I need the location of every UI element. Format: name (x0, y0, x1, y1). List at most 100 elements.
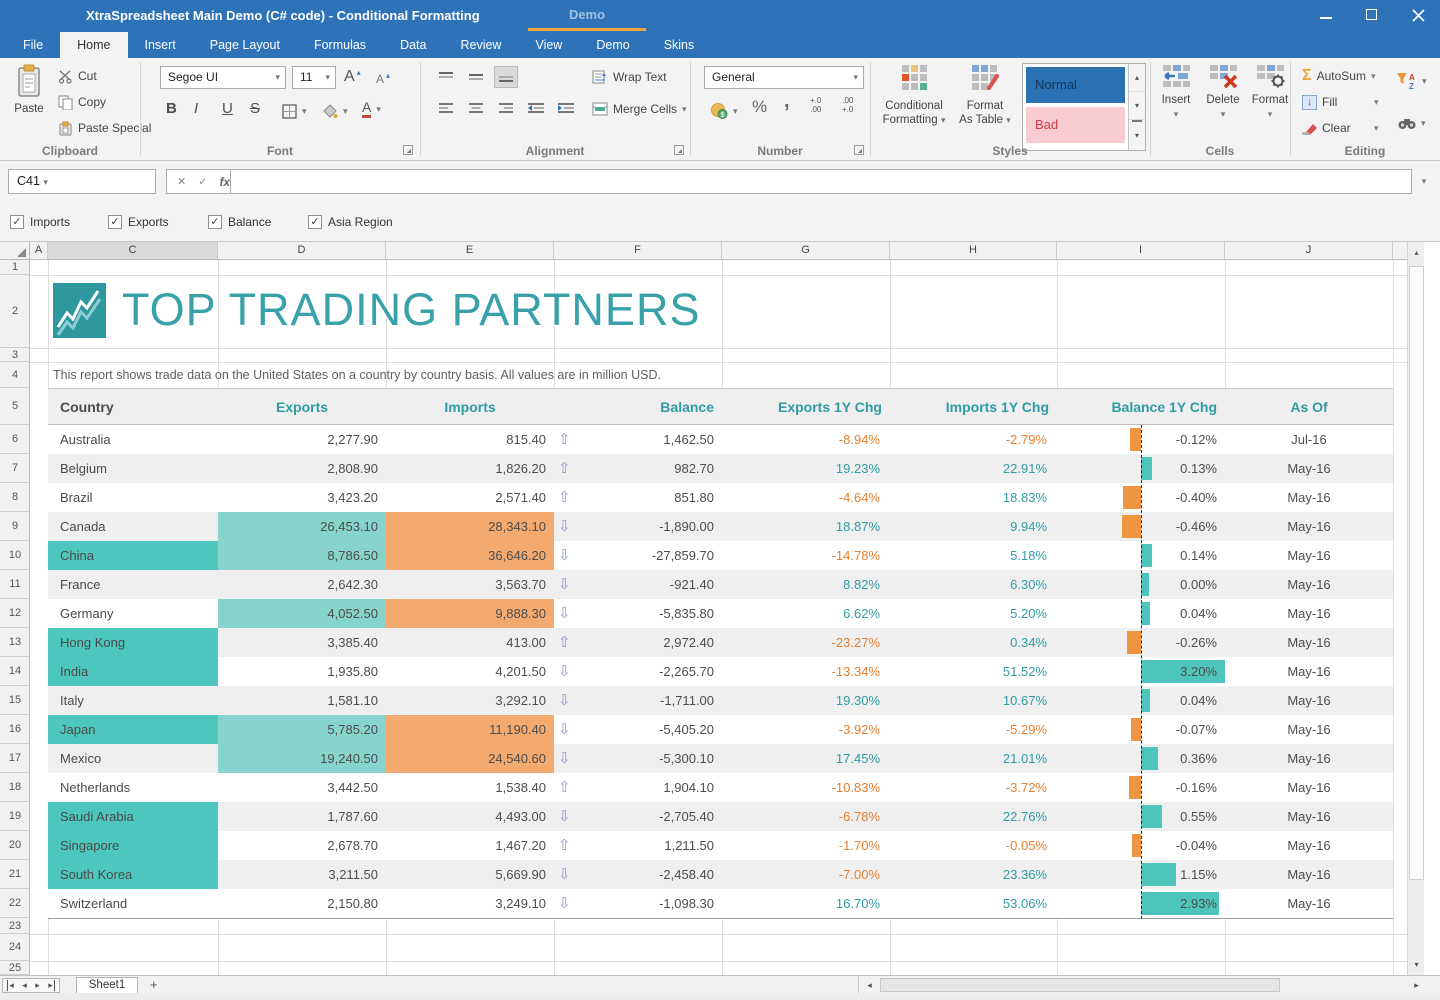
cell-as-of[interactable]: May-16 (1225, 744, 1393, 773)
filter-balance[interactable]: ✓Balance (208, 215, 271, 229)
cell-exports-1y-chg[interactable]: 19.23% (722, 454, 890, 483)
cell-balance[interactable]: -2,265.70⇩ (554, 657, 722, 686)
cell-exports[interactable]: 5,785.20 (218, 715, 386, 744)
select-all-corner[interactable] (0, 242, 30, 259)
cell-as-of[interactable]: May-16 (1225, 541, 1393, 570)
cell-exports[interactable]: 2,808.90 (218, 454, 386, 483)
cell-exports-1y-chg[interactable]: -10.83% (722, 773, 890, 802)
cell-imports[interactable]: 1,467.20 (386, 831, 554, 860)
insert-cells-button[interactable]: Insert ▾ (1154, 64, 1198, 121)
style-item-normal[interactable]: Normal (1026, 67, 1125, 103)
cell-exports-1y-chg[interactable]: -3.92% (722, 715, 890, 744)
cell-exports[interactable]: 26,453.10 (218, 512, 386, 541)
close-button[interactable] (1402, 0, 1436, 30)
column-header-J[interactable]: J (1225, 242, 1393, 259)
row-header-1[interactable]: 1 (0, 260, 30, 275)
cell-imports-1y-chg[interactable]: -5.29% (890, 715, 1057, 744)
italic-button[interactable]: I (194, 98, 216, 120)
row-header-14[interactable]: 14 (0, 657, 30, 686)
cell-exports[interactable]: 19,240.50 (218, 744, 386, 773)
row-header-24[interactable]: 24 (0, 934, 30, 961)
cell-exports[interactable]: 2,277.90 (218, 425, 386, 454)
font-dialog-launcher[interactable] (403, 145, 413, 155)
hscroll-right-button[interactable]: ▸ (1409, 979, 1424, 992)
maximize-button[interactable] (1356, 0, 1390, 30)
delete-cells-button[interactable]: Delete ▾ (1200, 64, 1246, 121)
filter-exports[interactable]: ✓Exports (108, 215, 169, 229)
ribbon-tab-insert[interactable]: Insert (128, 32, 193, 58)
cell-exports[interactable]: 3,211.50 (218, 860, 386, 889)
ribbon-tab-data[interactable]: Data (383, 32, 443, 58)
merge-cells-button[interactable]: Merge Cells ▾ (592, 98, 687, 120)
cell-exports[interactable]: 1,787.60 (218, 802, 386, 831)
clear-button[interactable]: Clear ▾ (1300, 117, 1351, 139)
filter-asia-region[interactable]: ✓Asia Region (308, 215, 393, 229)
cell-country[interactable]: Mexico (48, 744, 218, 773)
cell-as-of[interactable]: May-16 (1225, 512, 1393, 541)
paste-button[interactable]: Paste (6, 62, 52, 140)
cell-imports[interactable]: 2,571.40 (386, 483, 554, 512)
cell-exports[interactable]: 4,052.50 (218, 599, 386, 628)
conditional-formatting-button[interactable]: Conditional Formatting ▾ (878, 64, 950, 127)
cell-imports-1y-chg[interactable]: 6.30% (890, 570, 1057, 599)
gallery-down-button[interactable]: ▾ (1129, 92, 1145, 120)
cell-imports-1y-chg[interactable]: -3.72% (890, 773, 1057, 802)
cell-imports[interactable]: 9,888.30 (386, 599, 554, 628)
sheet-grid[interactable]: TOP TRADING PARTNERS This report shows t… (30, 260, 1407, 975)
increase-indent-button[interactable] (554, 98, 578, 120)
increase-font-button[interactable]: A▴ (344, 66, 361, 88)
borders-button[interactable]: ▾ (282, 100, 307, 122)
style-item-bad[interactable]: Bad (1026, 107, 1125, 143)
column-header-D[interactable]: D (218, 242, 386, 259)
percent-style-button[interactable]: % (752, 96, 767, 118)
format-as-table-button[interactable]: Format As Table ▾ (952, 64, 1018, 127)
cell-exports[interactable]: 2,642.30 (218, 570, 386, 599)
row-header-8[interactable]: 8 (0, 483, 30, 512)
row-header-25[interactable]: 25 (0, 961, 30, 975)
row-header-5[interactable]: 5 (0, 388, 30, 425)
cell-balance[interactable]: -921.40⇩ (554, 570, 722, 599)
cell-exports[interactable]: 2,678.70 (218, 831, 386, 860)
column-header-C[interactable]: C (48, 242, 218, 259)
cell-imports-1y-chg[interactable]: 53.06% (890, 889, 1057, 918)
formula-bar-expand-button[interactable]: ▾ (1416, 169, 1432, 194)
column-header-A[interactable]: A (30, 242, 48, 259)
cell-as-of[interactable]: May-16 (1225, 628, 1393, 657)
cell-exports-1y-chg[interactable]: -8.94% (722, 425, 890, 454)
cell-country[interactable]: Brazil (48, 483, 218, 512)
font-size-combo[interactable]: 11 ▾ (292, 66, 336, 89)
cell-imports-1y-chg[interactable]: 23.36% (890, 860, 1057, 889)
column-header-E[interactable]: E (386, 242, 554, 259)
cell-as-of[interactable]: May-16 (1225, 831, 1393, 860)
cell-as-of[interactable]: May-16 (1225, 715, 1393, 744)
cell-balance[interactable]: 982.70⇧ (554, 454, 722, 483)
ribbon-tab-home[interactable]: Home (60, 32, 127, 58)
bold-button[interactable]: B (166, 98, 188, 120)
cell-as-of[interactable]: May-16 (1225, 599, 1393, 628)
cell-exports[interactable]: 3,423.20 (218, 483, 386, 512)
cell-imports-1y-chg[interactable]: -0.05% (890, 831, 1057, 860)
cell-country[interactable]: India (48, 657, 218, 686)
paste-special-button[interactable]: Paste Special (58, 117, 151, 139)
next-sheet-button[interactable]: ▸ (35, 980, 40, 991)
strikethrough-button[interactable]: S (250, 98, 272, 120)
cell-imports-1y-chg[interactable]: 5.18% (890, 541, 1057, 570)
cell-country[interactable]: Italy (48, 686, 218, 715)
cancel-entry-button[interactable]: ✕ (177, 175, 186, 188)
row-header-22[interactable]: 22 (0, 889, 30, 918)
decrease-indent-button[interactable] (524, 98, 548, 120)
cell-country[interactable]: Switzerland (48, 889, 218, 918)
checkbox[interactable]: ✓ (208, 215, 222, 229)
decrease-font-button[interactable]: A▴ (376, 68, 390, 90)
wrap-text-button[interactable]: Wrap Text (592, 66, 667, 88)
cell-exports-1y-chg[interactable]: 8.82% (722, 570, 890, 599)
cell-as-of[interactable]: May-16 (1225, 686, 1393, 715)
minimize-button[interactable] (1310, 0, 1344, 30)
cell-exports[interactable]: 1,935.80 (218, 657, 386, 686)
row-header-18[interactable]: 18 (0, 773, 30, 802)
row-header-20[interactable]: 20 (0, 831, 30, 860)
cell-imports[interactable]: 36,646.20 (386, 541, 554, 570)
checkbox[interactable]: ✓ (308, 215, 322, 229)
comma-style-button[interactable]: , (784, 90, 790, 112)
cell-country[interactable]: Japan (48, 715, 218, 744)
